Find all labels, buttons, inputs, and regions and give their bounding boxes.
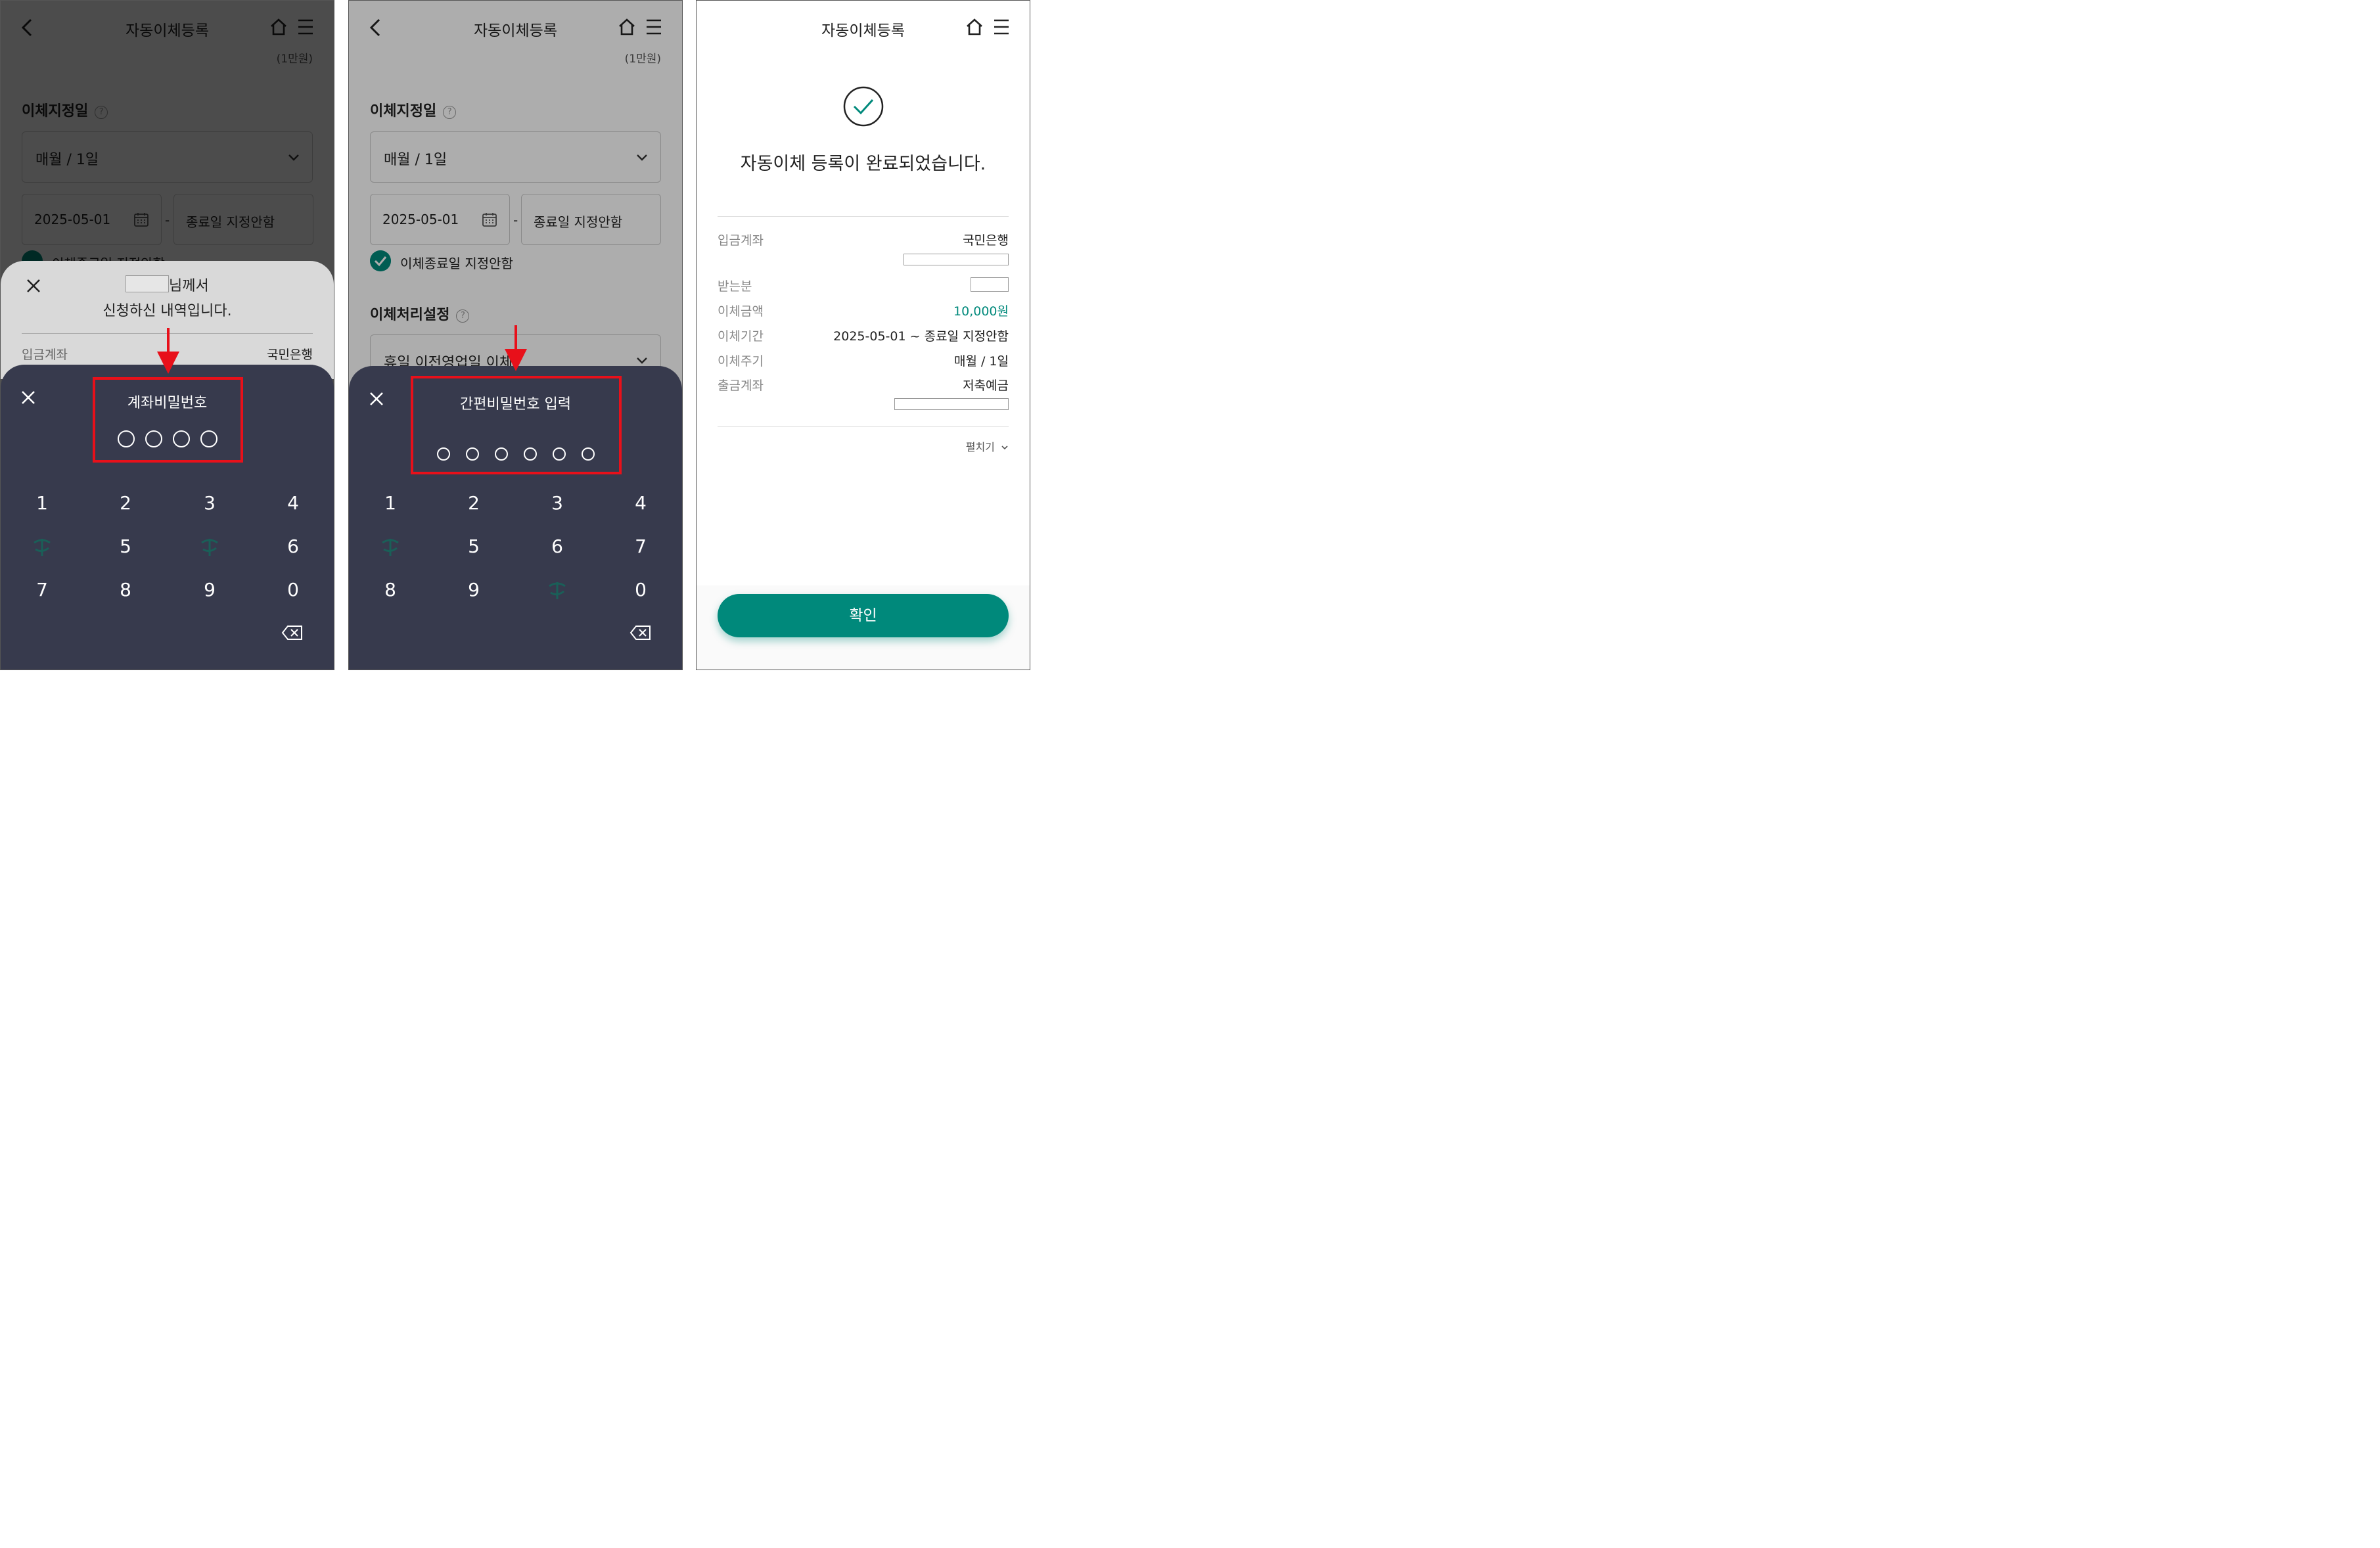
withdraw-account-value: 저축예금 (963, 378, 1009, 393)
chevron-down-icon (1001, 445, 1008, 450)
key-7[interactable]: 7 (614, 527, 667, 566)
logo-icon[interactable] (29, 534, 55, 560)
expand-label: 펼치기 (965, 441, 995, 453)
divider (718, 216, 1009, 217)
app-header: 자동이체등록 (697, 1, 1030, 52)
logo-icon[interactable] (196, 534, 223, 560)
key-0[interactable]: 0 (614, 570, 667, 610)
sheet-line1: 님께서 (169, 278, 209, 294)
key-1[interactable]: 1 (364, 484, 417, 523)
arrow-down-icon (505, 325, 527, 371)
screen-registration-complete: 자동이체등록 자동이체 등록이 완료되었습니다. 입금계좌 국민은행 받는분 이… (696, 0, 1030, 670)
key-7[interactable]: 7 (16, 570, 68, 610)
key-5[interactable]: 5 (447, 527, 500, 566)
amount-label: 이체금액 (718, 304, 764, 319)
recipient-name-blank (126, 275, 169, 292)
highlight-box (93, 377, 243, 463)
key-4[interactable]: 4 (267, 484, 319, 523)
withdraw-account-label: 출금계좌 (718, 378, 764, 393)
key-2[interactable]: 2 (447, 484, 500, 523)
withdraw-account-number-blank (894, 398, 1009, 410)
key-8[interactable]: 8 (364, 570, 417, 610)
cycle-label: 이체주기 (718, 354, 764, 369)
account-number-blank (904, 254, 1009, 265)
secure-keypad: 간편비밀번호 입력 1 2 3 4 5 6 7 8 9 0 (349, 366, 682, 670)
key-1[interactable]: 1 (16, 484, 68, 523)
logo-icon[interactable] (377, 534, 403, 560)
deposit-account-label: 입금계좌 (718, 233, 764, 248)
deposit-account-label: 입금계좌 (22, 348, 68, 362)
key-6[interactable]: 6 (531, 527, 584, 566)
key-4[interactable]: 4 (614, 484, 667, 523)
key-0[interactable]: 0 (267, 570, 319, 610)
key-5[interactable]: 5 (99, 527, 152, 566)
divider (718, 426, 1009, 427)
deposit-account-value: 국민은행 (963, 233, 1009, 248)
key-8[interactable]: 8 (99, 570, 152, 610)
backspace-icon[interactable] (281, 625, 304, 641)
close-icon[interactable] (26, 278, 41, 294)
key-9[interactable]: 9 (183, 570, 236, 610)
cycle-value: 매월 / 1일 (953, 354, 1009, 369)
key-9[interactable]: 9 (447, 570, 500, 610)
period-label: 이체기간 (718, 329, 764, 344)
completion-message: 자동이체 등록이 완료되었습니다. (740, 154, 986, 174)
backspace-icon[interactable] (629, 625, 652, 641)
recipient-label: 받는분 (718, 279, 752, 294)
screen-account-password: 자동이체등록 (1만원) 이체지정일? 매월 / 1일 2025-05-01 -… (0, 0, 334, 670)
key-2[interactable]: 2 (99, 484, 152, 523)
key-6[interactable]: 6 (267, 527, 319, 566)
check-icon (843, 86, 884, 127)
logo-icon[interactable] (544, 577, 570, 603)
screen-simple-password: 자동이체등록 (1만원) 이체지정일? 매월 / 1일 2025-05-01 -… (348, 0, 683, 670)
menu-icon[interactable] (993, 18, 1010, 35)
key-3[interactable]: 3 (183, 484, 236, 523)
key-3[interactable]: 3 (531, 484, 584, 523)
deposit-account-value: 국민은행 (267, 348, 313, 362)
recipient-name-blank (971, 277, 1009, 292)
home-icon[interactable] (965, 17, 984, 37)
period-value: 2025-05-01 ~ 종료일 지정안함 (833, 329, 1009, 344)
amount-value: 10,000원 (953, 304, 1009, 319)
highlight-box (411, 376, 622, 474)
arrow-down-icon (157, 328, 179, 374)
confirm-button[interactable]: 확인 (718, 594, 1009, 637)
sheet-line2: 신청하신 내역입니다. (103, 303, 232, 319)
expand-toggle[interactable]: 펼치기 (966, 438, 1009, 454)
secure-keypad: 계좌비밀번호 1 2 3 4 5 6 7 8 9 0 (1, 365, 334, 670)
